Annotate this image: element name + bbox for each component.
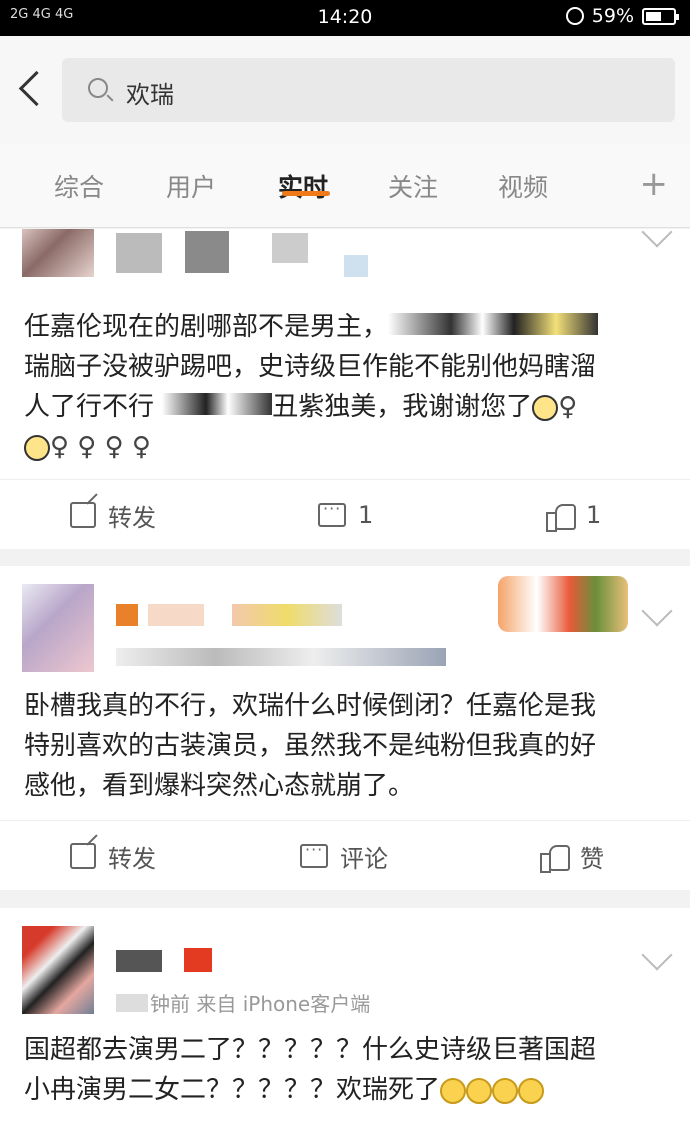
tab-realtime[interactable]: 实时 — [278, 168, 328, 204]
emoji-icon — [24, 434, 50, 461]
add-tab-button[interactable]: + — [640, 164, 669, 204]
tab-following[interactable]: 关注 — [388, 168, 438, 204]
repost-icon — [70, 502, 96, 528]
like-icon — [546, 502, 576, 532]
post-meta: 钟前 来自 iPhone客户端 — [150, 992, 371, 1016]
tab-active-indicator — [282, 191, 330, 196]
comment-icon — [318, 499, 346, 527]
post-body: 任嘉伦现在的剧哪部不是男主， 瑞脑子没被驴踢吧，史诗级巨作能不能别他妈瞎溜 人了… — [24, 312, 599, 462]
avatar[interactable] — [22, 926, 94, 1014]
post-card[interactable]: 钟前 来自 iPhone客户端 国超都去演男二了？？？？？什么史诗级巨著国超 小… — [0, 908, 690, 1140]
comment-icon — [300, 840, 328, 868]
emoji-icon — [518, 1077, 545, 1104]
search-icon — [88, 78, 108, 98]
search-box[interactable]: 欢瑞 — [62, 58, 675, 122]
avatar[interactable] — [22, 584, 94, 672]
post-body: 卧槽我真的不行，欢瑞什么时候倒闭？任嘉伦是我 特别喜欢的古装演员，虽然我不是纯粉… — [24, 691, 597, 801]
comment-button[interactable]: 评论 — [300, 821, 388, 891]
emoji-icon — [440, 1077, 467, 1104]
post-body: 国超都去演男二了？？？？？什么史诗级巨著国超 小冉演男二女二？？？？？欢瑞死了 — [24, 1035, 597, 1105]
emoji-icon — [532, 394, 559, 421]
emoji-icon — [466, 1077, 493, 1104]
redacted-block — [148, 604, 204, 626]
redacted-block — [272, 233, 308, 263]
post-card[interactable]: 卧槽我真的不行，欢瑞什么时候倒闭？任嘉伦是我 特别喜欢的古装演员，虽然我不是纯粉… — [0, 566, 690, 890]
username-redacted — [116, 950, 162, 972]
like-icon — [540, 843, 570, 873]
status-right: 59% — [565, 5, 679, 27]
redacted-meta — [116, 648, 446, 666]
post-actions: 转发 1 1 — [0, 479, 690, 549]
redacted-block — [185, 231, 229, 273]
search-header: 欢瑞 — [0, 36, 690, 144]
sushi-decoration — [498, 576, 628, 632]
tab-all[interactable]: 综合 — [54, 168, 104, 204]
like-button[interactable]: 赞 — [540, 821, 604, 891]
tab-video[interactable]: 视频 — [498, 168, 548, 204]
repost-button[interactable]: 转发 — [70, 480, 156, 550]
like-button[interactable]: 1 — [546, 480, 601, 550]
redacted-block — [184, 948, 212, 972]
search-input[interactable]: 欢瑞 — [126, 75, 626, 110]
redacted-text — [388, 313, 599, 335]
redacted-block — [344, 255, 368, 277]
avatar[interactable] — [22, 229, 94, 277]
repost-button[interactable]: 转发 — [70, 821, 156, 891]
redacted-text — [162, 393, 273, 415]
back-button[interactable] — [16, 66, 46, 112]
redacted-block — [232, 604, 342, 626]
tab-users[interactable]: 用户 — [166, 168, 216, 204]
more-chevron-icon[interactable] — [641, 939, 673, 971]
username-redacted — [116, 604, 138, 626]
post-card[interactable]: 任嘉伦现在的剧哪部不是男主， 瑞脑子没被驴踢吧，史诗级巨作能不能别他妈瞎溜 人了… — [0, 216, 690, 549]
repost-icon — [70, 843, 96, 869]
tab-bar: 综合 用户 实时 关注 视频 + — [0, 144, 690, 228]
emoji-icon — [492, 1077, 519, 1104]
comment-button[interactable]: 1 — [318, 480, 373, 550]
alarm-icon — [565, 7, 584, 25]
status-bar: 2G 4G 4G 14:20 59% — [0, 0, 690, 36]
post-actions: 转发 评论 赞 — [0, 820, 690, 890]
more-chevron-icon[interactable] — [641, 595, 673, 627]
redacted-block — [116, 994, 148, 1012]
battery-icon — [642, 7, 679, 25]
battery-percent: 59% — [591, 5, 634, 27]
username-redacted — [116, 233, 162, 273]
